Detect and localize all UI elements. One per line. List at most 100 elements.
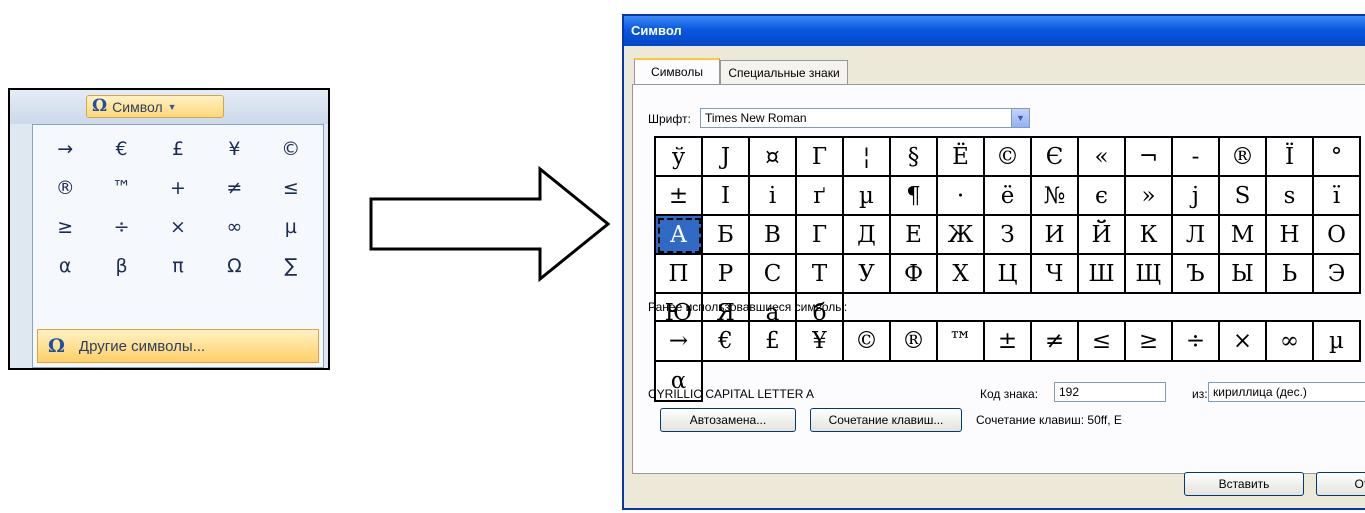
character-cell[interactable]: Є xyxy=(1032,138,1079,177)
recent-symbol-cell[interactable]: µ xyxy=(1314,322,1361,362)
symbol-ribbon-button[interactable]: Ω Символ ▼ xyxy=(86,95,224,118)
character-cell[interactable]: ± xyxy=(656,177,703,216)
character-cell[interactable]: ° xyxy=(1314,138,1361,177)
character-cell[interactable]: є xyxy=(1079,177,1126,216)
character-cell[interactable]: Ъ xyxy=(1173,255,1220,294)
character-cell[interactable]: А xyxy=(656,216,703,255)
symbol-gallery-item[interactable]: ® xyxy=(37,168,93,207)
symbol-gallery-item[interactable]: ¥ xyxy=(206,129,262,168)
recent-symbol-cell[interactable]: £ xyxy=(750,322,797,362)
character-cell[interactable]: № xyxy=(1032,177,1079,216)
symbol-gallery-item[interactable]: © xyxy=(263,129,319,168)
other-symbols-button[interactable]: Ω Другие символы... xyxy=(37,329,319,363)
recent-symbol-cell[interactable]: × xyxy=(1220,322,1267,362)
dialog-titlebar[interactable]: Символ xyxy=(624,16,1365,46)
recent-symbol-cell[interactable]: ≤ xyxy=(1079,322,1126,362)
symbol-gallery-item[interactable]: × xyxy=(150,207,206,246)
character-cell[interactable]: ґ xyxy=(797,177,844,216)
character-cell[interactable]: О xyxy=(1314,216,1361,255)
character-cell[interactable]: Б xyxy=(703,216,750,255)
encoding-select[interactable]: кириллица (дес.) xyxy=(1208,382,1365,402)
character-cell[interactable]: ї xyxy=(1314,177,1361,216)
character-cell[interactable]: © xyxy=(985,138,1032,177)
character-cell[interactable]: Д xyxy=(844,216,891,255)
recent-symbol-cell[interactable]: € xyxy=(703,322,750,362)
symbol-gallery-item[interactable]: ∞ xyxy=(206,207,262,246)
character-cell[interactable]: Й xyxy=(1079,216,1126,255)
recent-symbol-cell[interactable]: ∞ xyxy=(1267,322,1314,362)
character-cell[interactable]: Г xyxy=(797,138,844,177)
character-cell[interactable]: Т xyxy=(797,255,844,294)
character-cell[interactable]: И xyxy=(1032,216,1079,255)
character-cell[interactable]: С xyxy=(750,255,797,294)
shortcut-key-button[interactable]: Сочетание клавиш... xyxy=(810,408,962,432)
tab-special-characters[interactable]: Специальные знаки xyxy=(720,60,848,84)
character-cell[interactable]: Л xyxy=(1173,216,1220,255)
character-cell[interactable]: ў xyxy=(656,138,703,177)
tab-symbols[interactable]: Символы xyxy=(634,58,720,84)
symbol-gallery-item[interactable]: + xyxy=(150,168,206,207)
character-cell[interactable]: Е xyxy=(891,216,938,255)
character-cell[interactable]: « xyxy=(1079,138,1126,177)
symbol-gallery-item[interactable]: € xyxy=(93,129,149,168)
character-cell[interactable]: Х xyxy=(938,255,985,294)
insert-button[interactable]: Вставить xyxy=(1184,472,1304,496)
symbol-gallery-item[interactable]: ≤ xyxy=(263,168,319,207)
recent-symbol-cell[interactable]: ± xyxy=(985,322,1032,362)
character-cell[interactable]: Ф xyxy=(891,255,938,294)
symbol-gallery-item[interactable]: ™ xyxy=(93,168,149,207)
character-cell[interactable]: М xyxy=(1220,216,1267,255)
symbol-gallery-item[interactable]: Ω xyxy=(206,246,262,285)
character-cell[interactable]: » xyxy=(1126,177,1173,216)
symbol-gallery-item[interactable]: β xyxy=(93,246,149,285)
character-cell[interactable]: Ш xyxy=(1079,255,1126,294)
character-cell[interactable]: ¬ xyxy=(1126,138,1173,177)
character-cell[interactable]: ¶ xyxy=(891,177,938,216)
symbol-gallery-item[interactable]: ∑ xyxy=(263,246,319,285)
recent-symbol-cell[interactable]: ® xyxy=(891,322,938,362)
symbol-gallery-item[interactable]: α xyxy=(37,246,93,285)
character-cell[interactable]: § xyxy=(891,138,938,177)
character-cell[interactable]: Ы xyxy=(1220,255,1267,294)
character-cell[interactable]: К xyxy=(1126,216,1173,255)
cancel-button[interactable]: Отмена xyxy=(1316,472,1365,496)
character-cell[interactable]: s xyxy=(1267,177,1314,216)
character-cell[interactable]: J xyxy=(703,138,750,177)
character-cell[interactable]: Ё xyxy=(938,138,985,177)
character-cell[interactable]: Р xyxy=(703,255,750,294)
character-cell[interactable]: Ь xyxy=(1267,255,1314,294)
recent-symbol-cell[interactable]: © xyxy=(844,322,891,362)
character-cell[interactable]: j xyxy=(1173,177,1220,216)
character-cell[interactable]: З xyxy=(985,216,1032,255)
character-cell[interactable]: Ї xyxy=(1267,138,1314,177)
symbol-gallery-item[interactable]: ≥ xyxy=(37,207,93,246)
character-cell[interactable]: Ч xyxy=(1032,255,1079,294)
character-cell[interactable]: ¤ xyxy=(750,138,797,177)
recent-symbol-cell[interactable]: → xyxy=(656,322,703,362)
character-cell[interactable]: В xyxy=(750,216,797,255)
character-cell[interactable]: · xyxy=(938,177,985,216)
recent-symbol-cell[interactable]: ¥ xyxy=(797,322,844,362)
symbol-gallery-item[interactable]: ≠ xyxy=(206,168,262,207)
recent-symbol-cell[interactable]: ÷ xyxy=(1173,322,1220,362)
character-cell[interactable]: ¦ xyxy=(844,138,891,177)
character-cell[interactable]: Щ xyxy=(1126,255,1173,294)
symbol-gallery-item[interactable]: µ xyxy=(263,207,319,246)
symbol-gallery-item[interactable]: → xyxy=(37,129,93,168)
symbol-gallery-item[interactable]: £ xyxy=(150,129,206,168)
chevron-down-icon[interactable]: ▼ xyxy=(1011,109,1029,127)
symbol-gallery-item[interactable]: ÷ xyxy=(93,207,149,246)
character-cell[interactable]: - xyxy=(1173,138,1220,177)
font-select[interactable]: Times New Roman ▼ xyxy=(700,108,1030,128)
character-cell[interactable]: П xyxy=(656,255,703,294)
character-cell[interactable]: S xyxy=(1220,177,1267,216)
character-cell[interactable]: Э xyxy=(1314,255,1361,294)
character-cell[interactable]: I xyxy=(703,177,750,216)
character-cell[interactable]: ё xyxy=(985,177,1032,216)
character-cell[interactable]: і xyxy=(750,177,797,216)
autocorrect-button[interactable]: Автозамена... xyxy=(660,408,796,432)
character-cell[interactable]: Г xyxy=(797,216,844,255)
character-cell[interactable]: Ц xyxy=(985,255,1032,294)
char-code-field[interactable]: 192 xyxy=(1054,382,1166,402)
character-cell[interactable]: µ xyxy=(844,177,891,216)
